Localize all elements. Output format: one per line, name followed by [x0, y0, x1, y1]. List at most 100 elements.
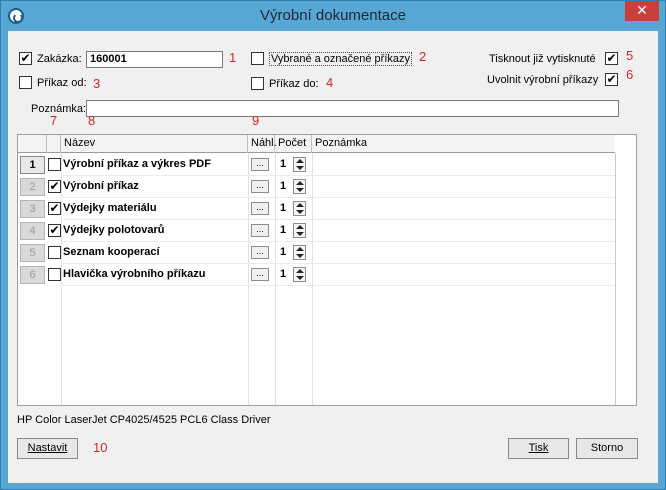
row-count[interactable]: 1	[280, 202, 286, 214]
row-name: Seznam kooperací	[63, 246, 160, 258]
row-count[interactable]: 1	[280, 158, 286, 170]
spin-down-icon[interactable]	[296, 166, 304, 170]
zakazka-checkbox[interactable]: ✔	[19, 52, 32, 65]
row-preview-button[interactable]: ...	[251, 158, 269, 171]
annotation-3: 3	[93, 76, 101, 91]
poznamka-input[interactable]	[86, 100, 619, 117]
window-title: Výrobní dokumentace	[260, 7, 406, 24]
row-checkbox[interactable]: ✔	[48, 202, 61, 215]
header-rownum	[18, 135, 47, 153]
row-number[interactable]: 3	[20, 200, 45, 218]
prikaz-od-label: Příkaz od:	[37, 77, 87, 89]
row-number[interactable]: 1	[20, 156, 45, 174]
row-preview-button[interactable]: ...	[251, 180, 269, 193]
row-count[interactable]: 1	[280, 180, 286, 192]
spin-up-icon[interactable]	[296, 203, 304, 207]
dialog-window: Výrobní dokumentace ✕ ✔ Zakázka: 160001 …	[0, 0, 666, 490]
close-button[interactable]: ✕	[625, 1, 659, 21]
spin-down-icon[interactable]	[296, 276, 304, 280]
title-bar: Výrobní dokumentace ✕	[1, 1, 665, 31]
row-number[interactable]: 4	[20, 222, 45, 240]
annotation-5: 5	[626, 48, 634, 63]
spin-down-icon[interactable]	[296, 254, 304, 258]
vybrane-checkbox[interactable]	[251, 52, 264, 65]
header-poznamka[interactable]: Poznámka	[312, 135, 615, 153]
annotation-7: 7	[50, 113, 58, 128]
row-count[interactable]: 1	[280, 224, 286, 236]
grid-right-edge	[615, 153, 616, 405]
annotation-2: 2	[419, 49, 427, 64]
row-checkbox[interactable]	[48, 246, 61, 259]
printer-name: HP Color LaserJet CP4025/4525 PCL6 Class…	[17, 414, 271, 426]
spin-down-icon[interactable]	[296, 232, 304, 236]
row-name: Hlavička výrobního příkazu	[63, 268, 206, 280]
row-count[interactable]: 1	[280, 268, 286, 280]
table-row[interactable]: 6 Hlavička výrobního příkazu... 1	[18, 264, 615, 286]
spin-up-icon[interactable]	[296, 225, 304, 229]
row-number[interactable]: 2	[20, 178, 45, 196]
nastavit-button-label: Nastavit	[27, 442, 68, 454]
row-preview-button[interactable]: ...	[251, 246, 269, 259]
spin-up-icon[interactable]	[296, 159, 304, 163]
row-number[interactable]: 6	[20, 266, 45, 284]
vybrane-label: Vybrané a označené příkazy	[269, 52, 413, 66]
grid-header: Název Náhl. Počet Poznámka	[18, 135, 615, 153]
header-pocet[interactable]: Počet	[275, 135, 312, 153]
row-count[interactable]: 1	[280, 246, 286, 258]
row-preview-button[interactable]: ...	[251, 202, 269, 215]
storno-button[interactable]: Storno	[576, 438, 638, 459]
row-count-spinner[interactable]	[293, 157, 306, 172]
row-preview-button[interactable]: ...	[251, 224, 269, 237]
annotation-8: 8	[88, 113, 96, 128]
row-name: Výdejky materiálu	[63, 202, 157, 214]
row-checkbox[interactable]: ✔	[48, 224, 61, 237]
annotation-1: 1	[229, 50, 237, 65]
spin-down-icon[interactable]	[296, 210, 304, 214]
documents-grid: Název Náhl. Počet Poznámka 1 Výrobní přík…	[17, 134, 637, 406]
annotation-6: 6	[626, 67, 634, 82]
row-checkbox[interactable]	[48, 268, 61, 281]
prikaz-od-checkbox[interactable]	[19, 76, 32, 89]
spin-down-icon[interactable]	[296, 188, 304, 192]
row-name: Výdejky polotovarů	[63, 224, 165, 236]
row-count-spinner[interactable]	[293, 245, 306, 260]
table-row[interactable]: 2 ✔ Výrobní příkaz... 1	[18, 176, 615, 198]
row-number[interactable]: 5	[20, 244, 45, 262]
row-divider	[61, 285, 615, 286]
uvolnit-label: Uvolnit výrobní příkazy	[487, 74, 599, 86]
row-preview-button[interactable]: ...	[251, 268, 269, 281]
spin-up-icon[interactable]	[296, 247, 304, 251]
row-count-spinner[interactable]	[293, 201, 306, 216]
row-checkbox[interactable]	[48, 158, 61, 171]
row-name: Výrobní příkaz a výkres PDF	[63, 158, 211, 170]
tisknout-checkbox[interactable]: ✔	[605, 52, 618, 65]
zakazka-input[interactable]: 160001	[86, 51, 223, 68]
annotation-10: 10	[93, 440, 108, 455]
tisk-button-label: Tisk	[528, 442, 549, 454]
table-row[interactable]: 4 ✔ Výdejky polotovarů... 1	[18, 220, 615, 242]
nastavit-button[interactable]: Nastavit	[17, 438, 78, 459]
header-nahl[interactable]: Náhl.	[248, 135, 277, 153]
prikaz-do-label: Příkaz do:	[269, 78, 319, 90]
row-name: Výrobní příkaz	[63, 180, 139, 192]
uvolnit-checkbox[interactable]: ✔	[605, 73, 618, 86]
header-check	[47, 135, 61, 153]
zakazka-label: Zakázka:	[37, 53, 82, 65]
header-nazev[interactable]: Název	[61, 135, 248, 153]
prikaz-do-checkbox[interactable]	[251, 77, 264, 90]
row-count-spinner[interactable]	[293, 223, 306, 238]
spin-up-icon[interactable]	[296, 269, 304, 273]
tisknout-label: Tisknout již vytisknuté	[489, 53, 596, 65]
annotation-4: 4	[326, 75, 334, 90]
poznamka-label: Poznámka:	[31, 103, 87, 115]
table-row[interactable]: 1 Výrobní příkaz a výkres PDF... 1	[18, 154, 615, 176]
row-count-spinner[interactable]	[293, 179, 306, 194]
spin-up-icon[interactable]	[296, 181, 304, 185]
annotation-9: 9	[252, 113, 260, 128]
dialog-body: ✔ Zakázka: 160001 1 Vybrané a označené p…	[8, 31, 658, 483]
table-row[interactable]: 3 ✔ Výdejky materiálu... 1	[18, 198, 615, 220]
table-row[interactable]: 5 Seznam kooperací... 1	[18, 242, 615, 264]
row-checkbox[interactable]: ✔	[48, 180, 61, 193]
row-count-spinner[interactable]	[293, 267, 306, 282]
tisk-button[interactable]: Tisk	[508, 438, 569, 459]
